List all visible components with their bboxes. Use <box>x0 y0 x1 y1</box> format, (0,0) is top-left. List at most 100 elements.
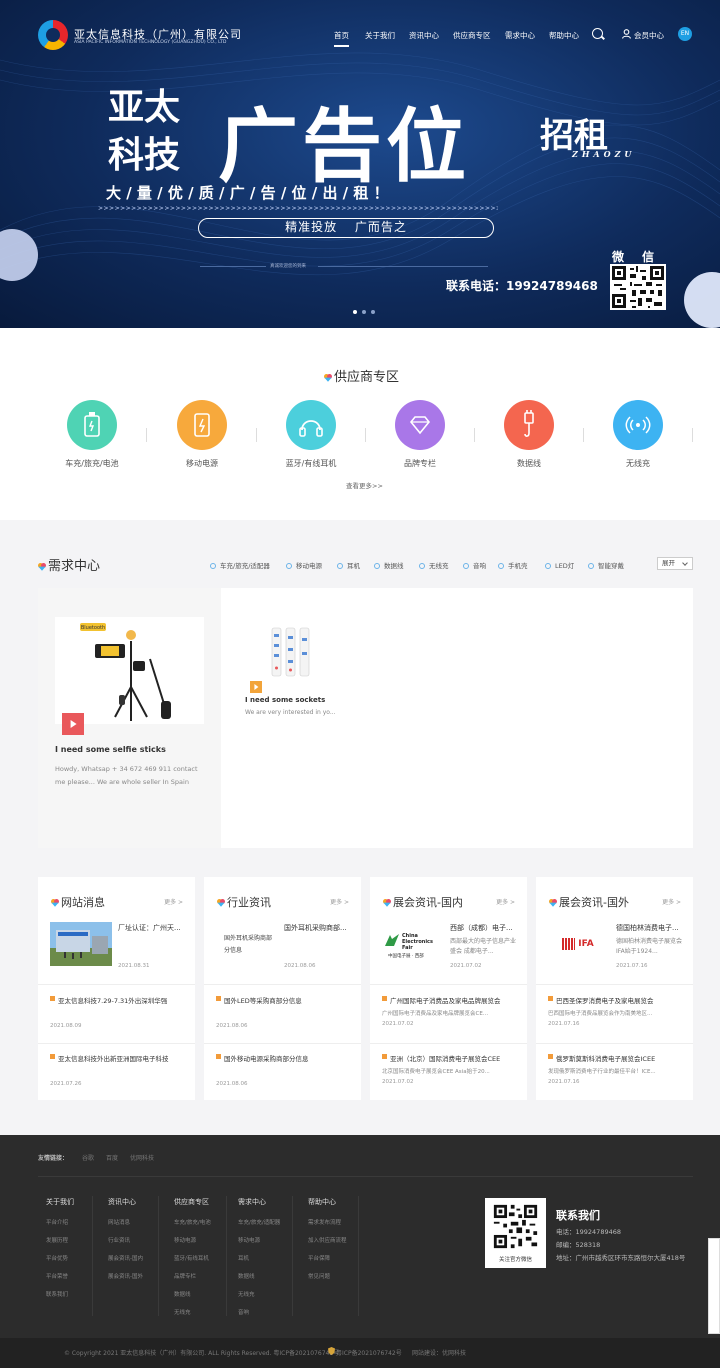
filter-cable[interactable]: 数据线 <box>374 560 404 570</box>
play-icon[interactable] <box>250 681 262 693</box>
footer-link[interactable]: 平台介绍 <box>46 1218 68 1226</box>
footer-link[interactable]: 网站消息 <box>108 1218 130 1226</box>
news-thumbnail-text[interactable]: 国外耳机采购商部分信息 <box>224 933 274 957</box>
category-headphones[interactable]: 蓝牙/有线耳机 <box>266 400 356 469</box>
category-label[interactable]: 移动电源 <box>157 458 247 469</box>
carousel-dot[interactable] <box>353 310 357 314</box>
footer-link[interactable]: 需求发布流程 <box>308 1218 341 1226</box>
footer-link[interactable]: 常见问题 <box>308 1272 330 1280</box>
power-bank-icon[interactable] <box>177 400 227 450</box>
news-list-item[interactable]: 巴西圣保罗消费电子及家电展览会 巴西国际电子消费品展览会作为南美地区... 20… <box>548 995 688 1027</box>
footer-link[interactable]: 展会资讯-国外 <box>108 1272 143 1280</box>
category-brand[interactable]: 品牌专栏 <box>375 400 465 469</box>
news-item-title[interactable]: 亚洲（北京）国际消费电子展览会CEE <box>382 1053 522 1063</box>
news-feature-title[interactable]: 国外耳机采购商部... <box>284 923 354 933</box>
footer-link[interactable]: 车充/旅充/电池 <box>174 1218 211 1226</box>
news-feature-title[interactable]: 德国柏林消费电子... <box>616 923 686 933</box>
diamond-icon[interactable] <box>395 400 445 450</box>
footer-link[interactable]: 行业资讯 <box>108 1236 130 1244</box>
footer-link[interactable]: 联系我们 <box>46 1290 68 1298</box>
filter-power-bank[interactable]: 移动电源 <box>286 560 322 570</box>
filter-wireless[interactable]: 无线充 <box>419 560 449 570</box>
footer-link[interactable]: 加入供应商流程 <box>308 1236 347 1244</box>
more-link[interactable]: 更多 > <box>164 897 183 906</box>
footer-link[interactable]: 平台优势 <box>46 1254 68 1262</box>
filter-speaker[interactable]: 音响 <box>463 560 486 570</box>
supplier-more-link[interactable]: 查看更多>> <box>346 480 383 490</box>
news-list-item[interactable]: 俄罗斯莫斯科消费电子展览会ICEE 发现俄罗斯消费电子行业的最佳平台！ICE..… <box>548 1053 688 1085</box>
nav-news[interactable]: 资讯中心 <box>409 30 439 41</box>
carousel-dots[interactable] <box>353 307 380 316</box>
footer-col-title[interactable]: 资讯中心 <box>108 1197 136 1207</box>
filter-charger[interactable]: 车充/旅充/适配器 <box>210 560 270 570</box>
search-icon[interactable] <box>592 28 603 39</box>
news-item-title[interactable]: 国外LED等采购商部分信息 <box>216 995 356 1005</box>
news-list-item[interactable]: 亚洲（北京）国际消费电子展览会CEE 北京国际消费电子展览会CEE Asia始于… <box>382 1053 522 1085</box>
floating-side-widget[interactable] <box>708 1238 720 1334</box>
news-card-title-text[interactable]: 网站消息 <box>61 896 105 909</box>
news-thumbnail-text[interactable]: IFA <box>575 938 597 950</box>
footer-link[interactable]: 数据线 <box>174 1290 191 1298</box>
play-icon[interactable] <box>62 713 84 735</box>
footer-col-title[interactable]: 供应商专区 <box>174 1197 209 1207</box>
category-label[interactable]: 无线充 <box>593 458 683 469</box>
news-item-title[interactable]: 国外移动电源采购商部分信息 <box>216 1053 356 1063</box>
carousel-dot[interactable] <box>362 310 366 314</box>
language-switch[interactable]: EN <box>678 27 692 41</box>
news-thumbnail[interactable] <box>50 922 112 966</box>
news-list-item[interactable]: 国外移动电源采购商部分信息 2021.08.06 <box>216 1053 356 1087</box>
news-list-item[interactable]: 国外LED等采购商部分信息 2021.08.06 <box>216 995 356 1029</box>
footer-link[interactable]: 平台荣誉 <box>46 1272 68 1280</box>
friend-link[interactable]: 谷歌 <box>82 1153 94 1162</box>
nav-about[interactable]: 关于我们 <box>365 30 395 41</box>
footer-link[interactable]: 平台保障 <box>308 1254 330 1262</box>
footer-col-title[interactable]: 帮助中心 <box>308 1197 336 1207</box>
news-card-title[interactable]: 行业资讯 <box>217 894 271 910</box>
category-wireless[interactable]: 无线充 <box>593 400 683 469</box>
news-thumbnail-text[interactable]: China Electronics Fair <box>402 933 444 951</box>
news-item-title[interactable]: 亚太信息科技外出新亚洲国际电子科技 <box>50 1053 190 1063</box>
news-item-title[interactable]: 亚太信息科技7.29-7.31外出深圳华强 <box>50 995 190 1005</box>
news-item-title[interactable]: 巴西圣保罗消费电子及家电展览会 <box>548 995 688 1005</box>
nav-supplier[interactable]: 供应商专区 <box>453 30 491 41</box>
category-label[interactable]: 蓝牙/有线耳机 <box>266 458 356 469</box>
nav-home[interactable]: 首页 <box>334 30 349 47</box>
friend-link[interactable]: 优网科技 <box>130 1153 154 1162</box>
footer-link[interactable]: 音响 <box>238 1308 249 1316</box>
category-cable[interactable]: 数据线 <box>484 400 574 469</box>
news-card-title-text[interactable]: 展会资讯-国内 <box>393 896 463 909</box>
footer-link[interactable]: 展会资讯-国内 <box>108 1254 143 1262</box>
category-label[interactable]: 车充/旅充/电池 <box>47 458 137 469</box>
news-list-item[interactable]: 亚太信息科技7.29-7.31外出深圳华强 2021.08.09 <box>50 995 190 1029</box>
nav-member-center[interactable]: 会员中心 <box>634 30 664 41</box>
more-link[interactable]: 更多 > <box>662 897 681 906</box>
friend-link[interactable]: 百度 <box>106 1153 118 1162</box>
footer-col-title[interactable]: 需求中心 <box>238 1197 266 1207</box>
user-icon[interactable] <box>622 29 631 39</box>
more-link[interactable]: 更多 > <box>496 897 515 906</box>
hero-banner[interactable]: 亚太信息科技（广州）有限公司 ASIA PACIFIC INFORMATION … <box>0 0 720 328</box>
news-card-title[interactable]: 展会资讯-国外 <box>549 894 629 910</box>
category-label[interactable]: 数据线 <box>484 458 574 469</box>
news-item-title[interactable]: 俄罗斯莫斯科消费电子展览会ICEE <box>548 1053 688 1063</box>
footer-link[interactable]: 无线充 <box>174 1308 191 1316</box>
category-label[interactable]: 品牌专栏 <box>375 458 465 469</box>
filter-earphones[interactable]: 耳机 <box>337 560 360 570</box>
wireless-icon[interactable] <box>613 400 663 450</box>
footer-link[interactable]: 移动电源 <box>174 1236 196 1244</box>
footer-link[interactable]: 移动电源 <box>238 1236 260 1244</box>
carousel-dot[interactable] <box>371 310 375 314</box>
news-list-item[interactable]: 广州国际电子消费品及家电品牌展览会 广州国际电子消费品及家电品牌展览会CE...… <box>382 995 522 1027</box>
expand-dropdown[interactable]: 展开 <box>657 557 693 570</box>
news-card-title-text[interactable]: 行业资讯 <box>227 896 271 909</box>
news-card-title-text[interactable]: 展会资讯-国外 <box>559 896 629 909</box>
category-power-bank[interactable]: 移动电源 <box>157 400 247 469</box>
icp-link[interactable]: 粤ICP备2021076742号 <box>336 1348 402 1357</box>
selfie-stick-image[interactable]: Bluetooth <box>55 617 204 724</box>
news-feature-title[interactable]: 西部（成都）电子... <box>450 923 520 933</box>
news-feature-title[interactable]: 厂址认证：广州天... <box>118 923 188 933</box>
footer-link[interactable]: 品牌专栏 <box>174 1272 196 1280</box>
filter-led[interactable]: LED灯 <box>545 560 574 570</box>
headphones-icon[interactable] <box>286 400 336 450</box>
cable-icon[interactable] <box>504 400 554 450</box>
